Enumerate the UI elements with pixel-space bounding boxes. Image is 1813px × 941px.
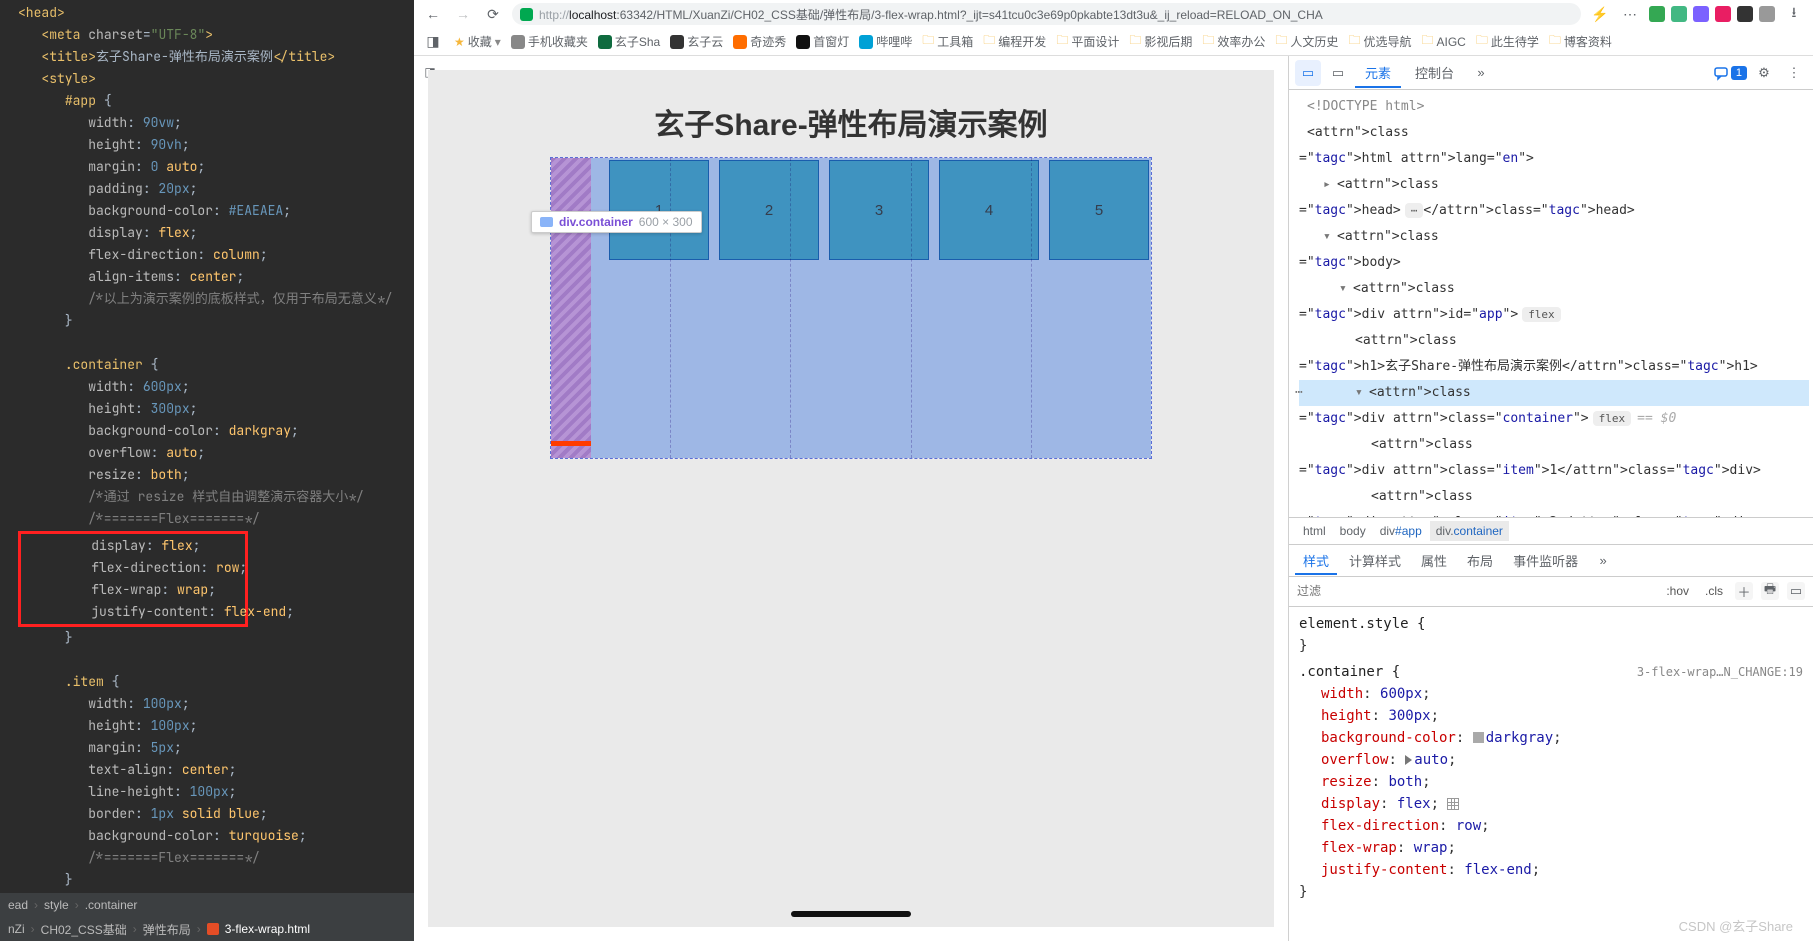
reload-button[interactable]: ⟳: [482, 3, 504, 25]
hov-toggle[interactable]: :hov: [1662, 582, 1693, 600]
flex-item[interactable]: 5: [1049, 160, 1149, 260]
url-input[interactable]: http://localhost:63342/HTML/XuanZi/CH02_…: [512, 3, 1581, 25]
extension-icon[interactable]: [1715, 6, 1731, 22]
bookmark-item[interactable]: ★收藏▾: [454, 33, 501, 50]
issues-indicator[interactable]: 1: [1713, 65, 1747, 81]
flex-item[interactable]: 1: [609, 160, 709, 260]
forward-button[interactable]: →: [452, 3, 474, 25]
settings-icon[interactable]: ⚙: [1751, 60, 1777, 86]
address-bar: ← → ⟳ http://localhost:63342/HTML/XuanZi…: [414, 0, 1813, 28]
kebab-menu-icon[interactable]: ⋮: [1781, 60, 1807, 86]
styles-filter-row: :hov .cls ＋ 🖶 ▭: [1289, 577, 1813, 607]
extension-icon[interactable]: [1649, 6, 1665, 22]
more-tabs-icon[interactable]: ⋯: [1619, 3, 1641, 25]
bookmark-item[interactable]: 🗀优选导航: [1348, 31, 1411, 52]
more-style-tabs-icon[interactable]: »: [1590, 547, 1616, 573]
styles-tabs: 样式计算样式属性布局事件监听器»: [1289, 545, 1813, 577]
inspect-tooltip: div.container 600 × 300: [531, 211, 702, 233]
quick-action-icon[interactable]: ⚡: [1589, 3, 1611, 25]
styles-tab[interactable]: 事件监听器: [1505, 546, 1586, 575]
breadcrumb-item[interactable]: body: [1334, 521, 1372, 541]
devtools-dock-toggle-icon[interactable]: ◨: [422, 31, 444, 53]
code-editor: <head> <meta charset="UTF-8"> <title>玄子S…: [0, 0, 414, 941]
extensions-row: [1649, 6, 1775, 22]
device-toggle-button[interactable]: ▭: [1325, 60, 1351, 86]
extension-icon[interactable]: [1737, 6, 1753, 22]
site-security-icon: [520, 8, 533, 21]
styles-filter-input[interactable]: [1297, 584, 1654, 598]
extension-icon[interactable]: [1759, 6, 1775, 22]
bookmark-item[interactable]: 🗀AIGC: [1421, 31, 1465, 52]
editor-file-path[interactable]: nZi›CH02_CSS基础›弹性布局› 3-flex-wrap.html: [0, 917, 414, 941]
bookmarks-bar: ◨ ★收藏▾ 手机收藏夹玄子Sha 玄子云奇迹秀首窗灯哔哩哔 🗀工具箱 🗀编程开发 🗀平面…: [414, 28, 1813, 56]
extension-icon[interactable]: [1693, 6, 1709, 22]
container-highlight[interactable]: 12345: [551, 158, 1151, 458]
breadcrumb-item[interactable]: div#app: [1374, 521, 1428, 541]
flex-items-row: 12345: [609, 160, 1149, 260]
tab-elements[interactable]: 元素: [1355, 57, 1401, 88]
chat-icon: [1713, 65, 1729, 81]
bookmark-item[interactable]: 哔哩哔: [859, 33, 912, 50]
more-tabs-chevron-icon[interactable]: »: [1468, 60, 1494, 86]
bookmark-item[interactable]: 🗀工具箱: [922, 31, 973, 52]
bookmark-item[interactable]: 🗀人文历史: [1275, 31, 1338, 52]
extension-icon[interactable]: [1671, 6, 1687, 22]
tab-console[interactable]: 控制台: [1405, 57, 1464, 88]
url-text: http://localhost:63342/HTML/XuanZi/CH02_…: [539, 6, 1323, 23]
bookmark-item[interactable]: 玄子云: [670, 33, 723, 50]
styles-tab[interactable]: 属性: [1413, 546, 1455, 575]
dom-breadcrumbs[interactable]: htmlbodydiv#appdiv.container: [1289, 517, 1813, 545]
bookmark-item[interactable]: 🗀此生待学: [1476, 31, 1539, 52]
bookmark-item[interactable]: 🗀编程开发: [983, 31, 1046, 52]
devtools-top-tabs: ▭ ▭ 元素 控制台 » 1 ⚙ ⋮: [1289, 56, 1813, 90]
bookmark-item[interactable]: 🗀平面设计: [1056, 31, 1119, 52]
breadcrumb-item[interactable]: div.container: [1430, 521, 1509, 541]
bookmark-item[interactable]: 🗀博客资料: [1549, 31, 1612, 52]
print-media-icon[interactable]: 🖶: [1761, 582, 1779, 600]
download-icon[interactable]: ⭳: [1783, 3, 1805, 25]
back-button[interactable]: ←: [422, 3, 444, 25]
editor-selector-breadcrumb[interactable]: ead›style›.container: [0, 893, 414, 917]
bookmark-item[interactable]: 奇迹秀: [733, 33, 786, 50]
styles-body[interactable]: element.style {}.container {3-flex-wrap……: [1289, 607, 1813, 941]
styles-tab[interactable]: 计算样式: [1341, 546, 1409, 575]
bookmark-item[interactable]: 玄子Sha: [598, 33, 660, 50]
browser-window: ← → ⟳ http://localhost:63342/HTML/XuanZi…: [414, 0, 1813, 941]
page-title: 玄子Share-弹性布局演示案例: [654, 100, 1047, 144]
rendered-preview: ◨ 玄子Share-弹性布局演示案例 div.container 600 × 3…: [414, 56, 1288, 941]
styles-tab[interactable]: 样式: [1295, 546, 1337, 575]
flex-item[interactable]: 2: [719, 160, 819, 260]
breadcrumb-item[interactable]: html: [1297, 521, 1332, 541]
styles-tab[interactable]: 布局: [1459, 546, 1501, 575]
computed-toggle-icon[interactable]: ▭: [1787, 582, 1805, 600]
dom-tree[interactable]: <!DOCTYPE html><attrn">class="tagc">html…: [1289, 90, 1813, 517]
bookmark-item[interactable]: 首窗灯: [796, 33, 849, 50]
flex-icon: [540, 217, 553, 227]
inspect-button[interactable]: ▭: [1295, 60, 1321, 86]
bookmark-item[interactable]: 🗀影视后期: [1129, 31, 1192, 52]
horizontal-scroll-indicator[interactable]: [791, 911, 911, 917]
bookmark-item[interactable]: 🗀效率办公: [1202, 31, 1265, 52]
devtools-panel: ▭ ▭ 元素 控制台 » 1 ⚙ ⋮ <!DOCTYPE html><attrn…: [1288, 56, 1813, 941]
flex-item[interactable]: 3: [829, 160, 929, 260]
watermark-text: CSDN @玄子Share: [1679, 916, 1793, 935]
app-root: 玄子Share-弹性布局演示案例 div.container 600 × 300…: [428, 70, 1274, 927]
flex-item[interactable]: 4: [939, 160, 1039, 260]
bookmark-item[interactable]: 手机收藏夹: [511, 33, 588, 50]
new-style-rule-icon[interactable]: ＋: [1735, 582, 1753, 600]
cls-toggle[interactable]: .cls: [1701, 582, 1727, 600]
code-area[interactable]: <head> <meta charset="UTF-8"> <title>玄子S…: [0, 0, 414, 893]
